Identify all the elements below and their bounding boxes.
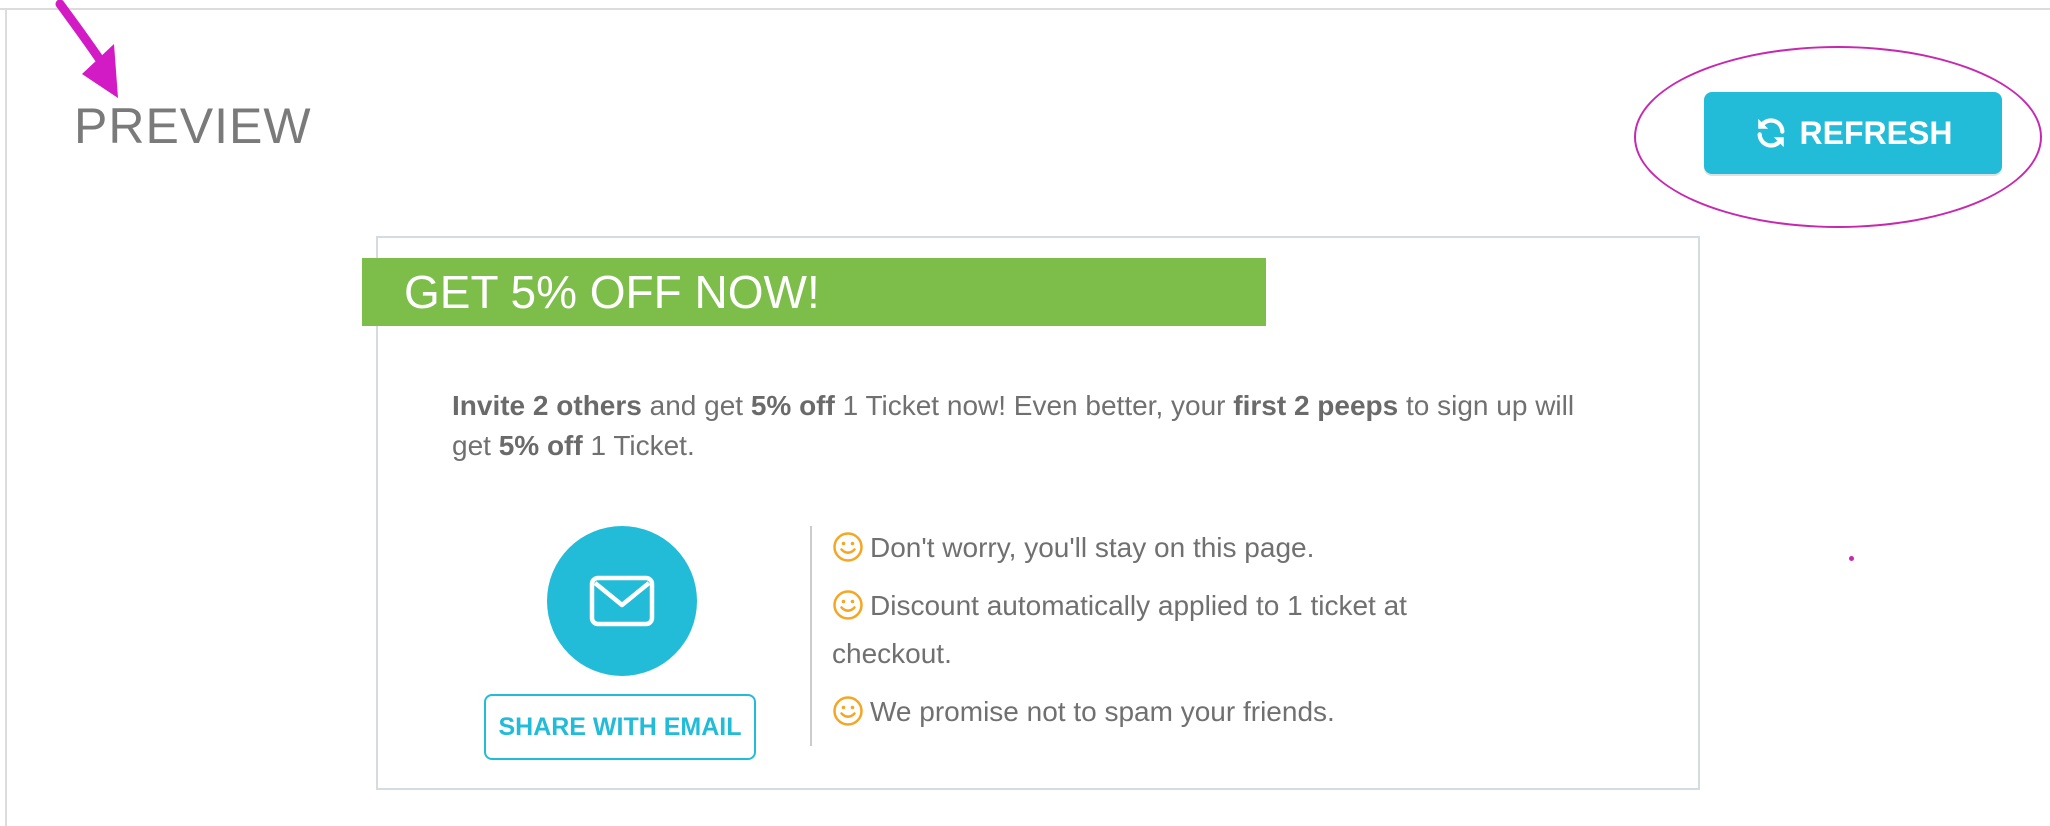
email-share-circle[interactable]	[547, 526, 697, 676]
invite-bold-7: 5% off	[498, 430, 583, 461]
invite-bold-3: 5% off	[750, 390, 835, 421]
invite-text: Invite 2 others and get 5% off 1 Ticket …	[452, 386, 1602, 466]
refresh-icon	[1757, 118, 1785, 148]
share-with-email-button[interactable]: SHARE WITH EMAIL	[484, 694, 756, 760]
invite-text-2: and get	[641, 390, 751, 421]
benefits-list: Don't worry, you'll stay on this page. D…	[832, 524, 1472, 746]
annotation-arrow-icon	[55, 0, 118, 98]
annotation-dot	[1849, 556, 1854, 561]
benefit-item: We promise not to spam your friends.	[832, 688, 1472, 736]
promo-banner: GET 5% OFF NOW!	[362, 258, 1266, 326]
invite-bold-1: Invite 2 others	[452, 390, 642, 421]
preview-page: PREVIEW REFRESH GET 5% OFF NOW! Invite 2…	[0, 0, 2050, 826]
benefit-item: Don't worry, you'll stay on this page.	[832, 524, 1472, 572]
top-divider	[0, 8, 2050, 10]
smiley-icon	[833, 590, 863, 620]
smiley-icon	[833, 532, 863, 562]
vertical-divider	[810, 526, 812, 746]
benefit-text: Discount automatically applied to 1 tick…	[832, 590, 1407, 669]
refresh-label: REFRESH	[1799, 114, 1953, 151]
left-divider	[5, 8, 7, 826]
invite-bold-5: first 2 peeps	[1233, 390, 1399, 421]
invite-text-4: 1 Ticket now! Even better, your	[834, 390, 1234, 421]
refresh-button[interactable]: REFRESH	[1704, 92, 2002, 174]
invite-text-8: 1 Ticket.	[582, 430, 695, 461]
benefit-text: We promise not to spam your friends.	[870, 696, 1335, 727]
benefit-text: Don't worry, you'll stay on this page.	[870, 532, 1315, 563]
smiley-icon	[833, 696, 863, 726]
benefit-item: Discount automatically applied to 1 tick…	[832, 582, 1472, 678]
page-title: PREVIEW	[74, 98, 312, 154]
envelope-icon	[589, 575, 655, 627]
